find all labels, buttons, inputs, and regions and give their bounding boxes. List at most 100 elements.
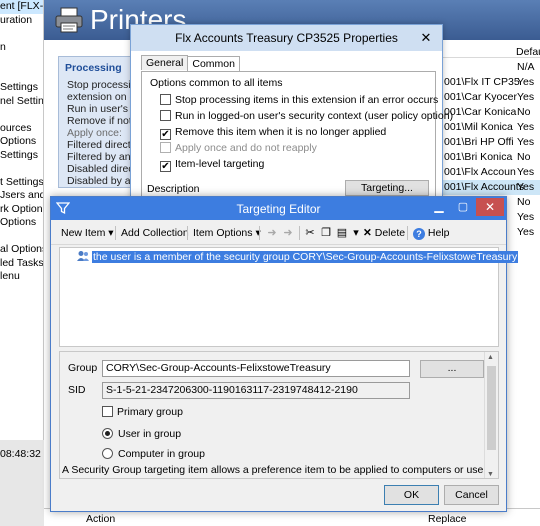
chevron-down-icon[interactable]: ▾ bbox=[349, 226, 363, 240]
table-row[interactable]: 001\Car Konica No bbox=[440, 105, 540, 120]
move-down-icon[interactable]: ➜ bbox=[281, 226, 295, 240]
scrollbar-thumb[interactable] bbox=[487, 366, 496, 450]
close-icon[interactable]: ✕ bbox=[414, 29, 438, 46]
status-time: 08:48:32 bbox=[0, 448, 41, 460]
table-row[interactable]: 001\Car Kyocer Yes bbox=[440, 90, 540, 105]
scroll-up-icon[interactable]: ▲ bbox=[487, 354, 494, 361]
help-button[interactable]: ? Help bbox=[413, 225, 450, 241]
table-row[interactable]: 001\Flx Accounts Yes bbox=[440, 180, 540, 195]
navigation-tree[interactable]: ent [FLX-DurationnSettingsnel Settingour… bbox=[0, 0, 44, 440]
maximize-icon[interactable]: ▢ bbox=[452, 199, 474, 216]
tree-item[interactable]: Options bbox=[0, 135, 43, 149]
delete-button[interactable]: ✕ Delete bbox=[363, 225, 405, 241]
table-row[interactable]: 001\Flx Accoun Yes bbox=[440, 165, 540, 180]
tree-item[interactable]: led Tasks bbox=[0, 257, 43, 271]
tree-item[interactable]: uration bbox=[0, 14, 43, 28]
stop-processing-option[interactable]: Stop processing items in this extension … bbox=[160, 94, 438, 108]
printer-name-cell: 001\Mil Konica bbox=[444, 121, 513, 133]
copy-icon[interactable]: ❐ bbox=[319, 226, 333, 240]
tree-item[interactable]: ources bbox=[0, 122, 43, 136]
printer-name-cell: 001\Bri Konica bbox=[444, 151, 513, 163]
close-icon[interactable]: ✕ bbox=[476, 198, 504, 216]
move-up-icon[interactable]: ➜ bbox=[265, 226, 279, 240]
item-level-targeting-checkbox[interactable]: ✔ bbox=[160, 161, 171, 172]
tree-item[interactable] bbox=[0, 68, 43, 82]
tree-item[interactable]: nel Setting bbox=[0, 95, 43, 109]
new-item-button[interactable]: New Item ▾ bbox=[61, 225, 114, 241]
tab-common[interactable]: Common bbox=[187, 56, 240, 71]
replace-column-value: Replace bbox=[428, 513, 467, 525]
printer-icon bbox=[55, 7, 83, 33]
tree-item[interactable] bbox=[0, 54, 43, 68]
item-options-button[interactable]: Item Options ▾ bbox=[193, 225, 261, 241]
group-field[interactable]: CORY\Sec-Group-Accounts-FelixstoweTreasu… bbox=[102, 360, 410, 377]
tree-item[interactable]: Jsers and G bbox=[0, 189, 43, 203]
group-label: Group bbox=[68, 362, 98, 374]
user-in-group-option[interactable]: User in group bbox=[102, 428, 181, 440]
tree-item[interactable] bbox=[0, 162, 43, 176]
properties-scrollbar[interactable]: ▲ ▼ bbox=[484, 352, 498, 478]
properties-dialog: Flx Accounts Treasury CP3525 Properties … bbox=[130, 24, 453, 201]
tree-item[interactable]: Options bbox=[0, 216, 43, 230]
tree-item[interactable]: ent [FLX-D bbox=[0, 0, 43, 14]
add-collection-button[interactable]: Add Collection bbox=[121, 225, 189, 241]
tree-item[interactable] bbox=[0, 230, 43, 244]
tree-item[interactable]: lenu bbox=[0, 270, 43, 284]
tree-item[interactable]: Settings bbox=[0, 81, 43, 95]
tree-item[interactable] bbox=[0, 108, 43, 122]
stop-processing-checkbox[interactable] bbox=[160, 94, 171, 105]
cancel-button[interactable]: Cancel bbox=[444, 485, 499, 505]
table-row[interactable]: 001\Bri Konica No bbox=[440, 150, 540, 165]
table-row[interactable]: 001\Mil Konica Yes bbox=[440, 120, 540, 135]
primary-group-checkbox[interactable] bbox=[102, 406, 113, 417]
targeting-button[interactable]: Targeting... bbox=[345, 180, 429, 196]
cut-icon[interactable]: ✂ bbox=[303, 226, 317, 240]
tree-item[interactable]: n bbox=[0, 41, 43, 55]
properties-titlebar[interactable]: Flx Accounts Treasury CP3525 Properties … bbox=[131, 25, 442, 51]
targeting-editor-window: Targeting Editor ▁ ▢ ✕ New Item ▾ Add Co… bbox=[50, 196, 519, 512]
toolbar-separator bbox=[407, 226, 408, 240]
sid-field[interactable]: S-1-5-21-2347206300-1190163117-231974841… bbox=[102, 382, 410, 399]
options-group-label: Options common to all items bbox=[150, 77, 283, 89]
table-row[interactable]: N/A bbox=[440, 60, 540, 75]
processing-title: Processing bbox=[65, 62, 122, 74]
tree-item[interactable] bbox=[0, 27, 43, 41]
scroll-down-icon[interactable]: ▼ bbox=[487, 471, 494, 478]
computer-in-group-radio[interactable] bbox=[102, 448, 113, 459]
minimize-icon[interactable]: ▁ bbox=[428, 199, 450, 216]
targeting-items-tree[interactable]: the user is a member of the security gro… bbox=[59, 247, 519, 347]
default-cell: Yes bbox=[517, 226, 535, 238]
run-in-user-context-checkbox[interactable] bbox=[160, 110, 171, 121]
toolbar-separator bbox=[187, 226, 188, 240]
table-row[interactable]: 001\Flx IT CP35 Yes bbox=[440, 75, 540, 90]
toolbar-separator bbox=[299, 226, 300, 240]
targeting-editor-titlebar[interactable]: Targeting Editor ▁ ▢ ✕ bbox=[51, 197, 506, 220]
user-in-group-radio[interactable] bbox=[102, 428, 113, 439]
remove-when-not-applied-option[interactable]: ✔ Remove this item when it is no longer a… bbox=[160, 126, 386, 140]
default-column-header[interactable]: Defau bbox=[516, 46, 540, 58]
list-header[interactable]: Defau bbox=[440, 44, 540, 58]
printer-name-cell: 001\Car Kyocer bbox=[444, 91, 517, 103]
tree-item[interactable]: Settings bbox=[0, 149, 43, 163]
tab-general[interactable]: General bbox=[141, 55, 189, 70]
tree-item[interactable]: rk Options bbox=[0, 203, 43, 217]
printer-name-cell: 001\Flx Accoun bbox=[444, 166, 516, 178]
table-row[interactable]: 001\Bri HP Offi Yes bbox=[440, 135, 540, 150]
tree-item[interactable]: t Settings bbox=[0, 176, 43, 190]
primary-group-option[interactable]: Primary group bbox=[102, 406, 183, 418]
ok-button[interactable]: OK bbox=[384, 485, 439, 505]
chevron-down-icon: ▾ bbox=[108, 227, 114, 239]
security-group-targeting-item[interactable]: the user is a member of the security gro… bbox=[76, 250, 519, 264]
action-column-header[interactable]: Action bbox=[86, 513, 115, 525]
item-level-targeting-option[interactable]: ✔ Item-level targeting bbox=[160, 158, 264, 172]
default-cell: Yes bbox=[517, 76, 535, 88]
paste-icon[interactable]: ▤ bbox=[335, 226, 349, 240]
default-cell: No bbox=[517, 196, 531, 208]
processing-line: Filtered by ance bbox=[67, 151, 140, 163]
computer-in-group-option[interactable]: Computer in group bbox=[102, 448, 205, 460]
remove-when-not-applied-checkbox[interactable]: ✔ bbox=[160, 129, 171, 140]
run-in-user-context-option[interactable]: Run in logged-on user's security context… bbox=[160, 110, 453, 124]
browse-group-button[interactable]: ... bbox=[420, 360, 484, 378]
tree-item[interactable]: al Options bbox=[0, 243, 43, 257]
processing-panel: Processing Stop processing extension on e… bbox=[58, 56, 140, 188]
